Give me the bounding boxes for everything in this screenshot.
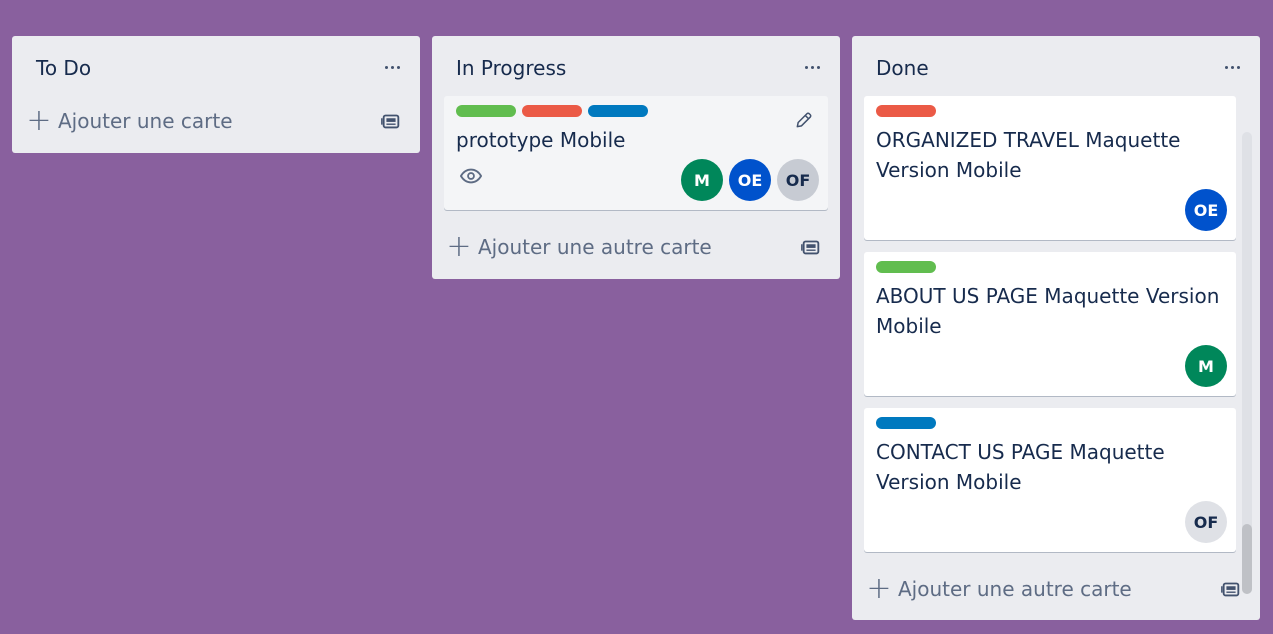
card-labels [876, 105, 936, 117]
list-title[interactable]: In Progress [456, 56, 566, 80]
card-organized-travel[interactable]: ORGANIZED TRAVEL Maquette Version Mobile… [864, 96, 1236, 240]
avatar-oe[interactable]: OE [1185, 189, 1227, 231]
add-card-label: Ajouter une autre carte [478, 235, 712, 259]
label-green[interactable] [876, 261, 936, 273]
avatar-m[interactable]: M [681, 159, 723, 201]
label-green[interactable] [456, 105, 516, 117]
card-labels [876, 261, 936, 273]
card-title: prototype Mobile [456, 128, 626, 152]
card-labels [456, 105, 648, 117]
list-in-progress: In Progress prototype Mobile M OE OF + A… [432, 36, 840, 279]
label-blue[interactable] [588, 105, 648, 117]
list-header: In Progress [432, 36, 840, 96]
list-menu-icon[interactable] [380, 55, 404, 79]
label-blue[interactable] [876, 417, 936, 429]
card-template-icon[interactable] [800, 236, 822, 258]
add-card-label: Ajouter une autre carte [898, 577, 1132, 601]
label-red[interactable] [522, 105, 582, 117]
card-template-icon[interactable] [1220, 578, 1242, 600]
card-title: CONTACT US PAGE Maquette Version Mobile [876, 440, 1165, 494]
card-title: ORGANIZED TRAVEL Maquette Version Mobile [876, 128, 1181, 182]
plus-icon: + [446, 229, 472, 264]
card-labels [876, 417, 936, 429]
label-red[interactable] [876, 105, 936, 117]
eye-icon [460, 168, 482, 184]
card-prototype-mobile[interactable]: prototype Mobile M OE OF [444, 96, 828, 210]
list-header: Done [852, 36, 1260, 96]
list-done: Done ORGANIZED TRAVEL Maquette Version M… [852, 36, 1260, 620]
list-menu-icon[interactable] [800, 55, 824, 79]
card-contact-us[interactable]: CONTACT US PAGE Maquette Version Mobile … [864, 408, 1236, 552]
list-title[interactable]: Done [876, 56, 929, 80]
add-card-button[interactable]: + Ajouter une carte [24, 101, 408, 141]
card-about-us[interactable]: ABOUT US PAGE Maquette Version Mobile M [864, 252, 1236, 396]
card-title: ABOUT US PAGE Maquette Version Mobile [876, 284, 1220, 338]
add-card-label: Ajouter une carte [58, 109, 233, 133]
card-template-icon[interactable] [380, 110, 402, 132]
avatar-of[interactable]: OF [777, 159, 819, 201]
list-scrollbar[interactable] [1242, 132, 1252, 594]
list-todo: To Do + Ajouter une carte [12, 36, 420, 153]
list-title[interactable]: To Do [36, 56, 91, 80]
avatar-m[interactable]: M [1185, 345, 1227, 387]
add-card-button[interactable]: + Ajouter une autre carte [444, 227, 828, 267]
plus-icon: + [26, 103, 52, 138]
add-card-button[interactable]: + Ajouter une autre carte [864, 569, 1248, 609]
list-menu-icon[interactable] [1220, 55, 1244, 79]
list-header: To Do [12, 36, 420, 96]
avatar-oe[interactable]: OE [729, 159, 771, 201]
avatar-of[interactable]: OF [1185, 501, 1227, 543]
plus-icon: + [866, 571, 892, 606]
